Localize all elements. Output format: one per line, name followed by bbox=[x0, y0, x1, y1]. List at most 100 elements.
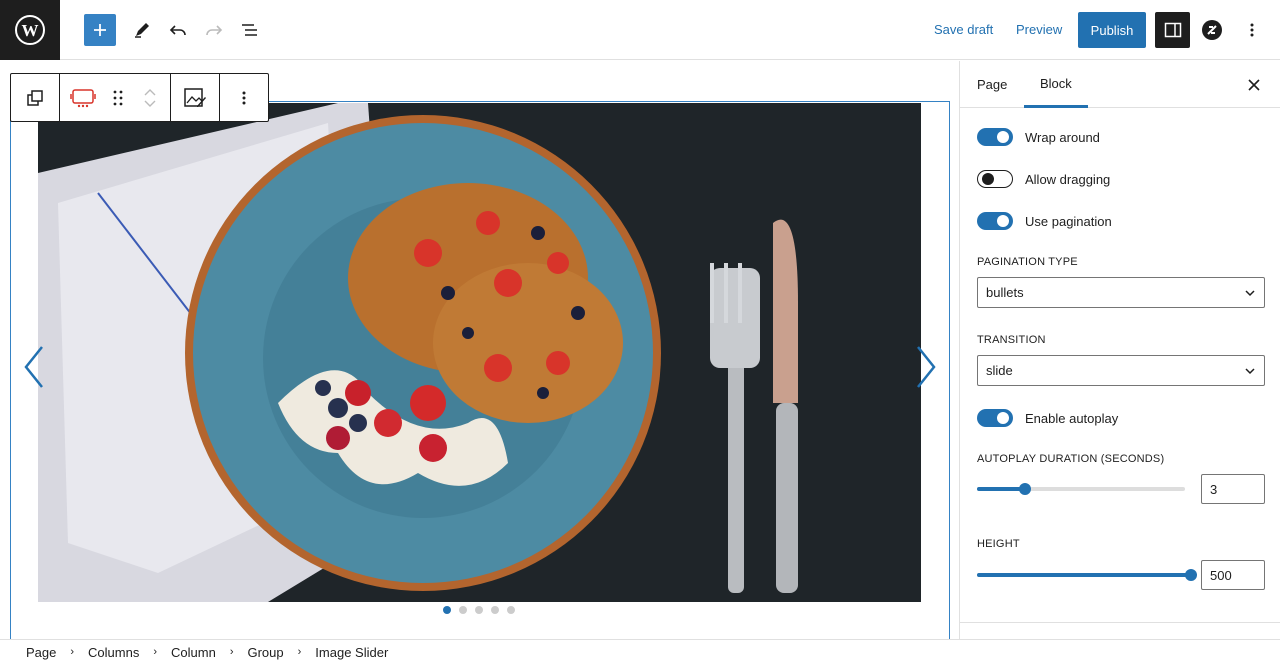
use-pagination-toggle[interactable] bbox=[977, 212, 1013, 230]
list-view-icon bbox=[242, 24, 257, 36]
drag-handle-icon bbox=[113, 90, 123, 105]
block-toolbar bbox=[10, 73, 269, 122]
wordpress-icon: W bbox=[15, 15, 45, 45]
toggle-row-allow-dragging: Allow dragging bbox=[977, 170, 1110, 188]
plugin-button[interactable] bbox=[1196, 14, 1228, 46]
move-up-icon[interactable] bbox=[143, 87, 157, 97]
edit-images-button[interactable] bbox=[171, 74, 219, 121]
editor-top-bar: W Save draft Preview Publish bbox=[0, 0, 1280, 60]
autoplay-duration-thumb[interactable] bbox=[1019, 483, 1031, 495]
transition-label: TRANSITION bbox=[977, 334, 1046, 346]
height-thumb[interactable] bbox=[1185, 569, 1197, 581]
settings-toggle-button[interactable] bbox=[1155, 12, 1190, 48]
breadcrumb-item[interactable]: Column bbox=[171, 645, 216, 660]
autoplay-duration-label: AUTOPLAY DURATION (SECONDS) bbox=[977, 453, 1165, 465]
pagination-dot[interactable] bbox=[443, 606, 451, 614]
block-options-button[interactable] bbox=[220, 74, 268, 121]
height-input[interactable]: 500 bbox=[1201, 560, 1265, 590]
autoplay-duration-slider[interactable] bbox=[977, 483, 1185, 495]
autoplay-duration-fill bbox=[977, 487, 1025, 491]
svg-text:W: W bbox=[22, 21, 39, 40]
panel-divider bbox=[960, 622, 1280, 623]
toggle-knob bbox=[997, 412, 1009, 424]
redo-icon bbox=[206, 25, 223, 36]
wordpress-logo-button[interactable]: W bbox=[0, 0, 60, 60]
redo-button[interactable] bbox=[198, 14, 230, 46]
block-breadcrumb: Page › Columns › Column › Group › Image Slider bbox=[0, 639, 1280, 664]
toggle-row-use-pagination: Use pagination bbox=[977, 212, 1112, 230]
toggle-knob bbox=[997, 131, 1009, 143]
plus-icon bbox=[94, 24, 106, 36]
next-slide-arrow[interactable] bbox=[914, 345, 938, 389]
plugin-icon bbox=[1202, 20, 1222, 40]
options-button[interactable] bbox=[1236, 14, 1268, 46]
pagination-type-select[interactable]: bullets bbox=[977, 277, 1265, 308]
more-vertical-icon bbox=[242, 91, 246, 104]
wrap-around-label: Wrap around bbox=[1025, 129, 1100, 145]
transition-value: slide bbox=[986, 363, 1013, 378]
use-pagination-label: Use pagination bbox=[1025, 213, 1112, 229]
pagination-dot[interactable] bbox=[491, 606, 499, 614]
breadcrumb-item: Image Slider bbox=[315, 644, 389, 660]
block-type-button[interactable] bbox=[60, 74, 106, 121]
edit-images-group bbox=[171, 74, 220, 121]
save-draft-button[interactable]: Save draft bbox=[934, 22, 993, 37]
close-icon bbox=[1248, 79, 1260, 91]
height-label: HEIGHT bbox=[977, 538, 1020, 550]
undo-icon bbox=[169, 25, 186, 36]
transition-select[interactable]: slide bbox=[977, 355, 1265, 386]
pagination-type-value: bullets bbox=[986, 285, 1024, 300]
pencil-icon bbox=[135, 23, 149, 38]
pagination-dot[interactable] bbox=[459, 606, 467, 614]
tools-button[interactable] bbox=[126, 14, 158, 46]
sidebar-tabs: Page Block bbox=[960, 61, 1280, 108]
parent-block-icon bbox=[27, 89, 43, 106]
document-overview-button[interactable] bbox=[234, 14, 266, 46]
undo-button[interactable] bbox=[162, 14, 194, 46]
block-type-group bbox=[60, 74, 171, 121]
breadcrumb-item[interactable]: Page bbox=[26, 645, 56, 660]
drag-handle[interactable] bbox=[106, 74, 130, 121]
pancake-plate-image bbox=[38, 103, 921, 602]
move-down-icon[interactable] bbox=[143, 99, 157, 109]
select-parent-button[interactable] bbox=[11, 74, 59, 121]
block-options-group bbox=[220, 74, 268, 121]
wrap-around-toggle[interactable] bbox=[977, 128, 1013, 146]
breadcrumb-item[interactable]: Columns bbox=[88, 645, 139, 660]
breadcrumb-separator-icon: › bbox=[229, 646, 234, 658]
toggle-knob bbox=[997, 215, 1009, 227]
edit-image-icon bbox=[184, 87, 206, 107]
tab-block[interactable]: Block bbox=[1024, 61, 1088, 108]
allow-dragging-toggle[interactable] bbox=[977, 170, 1013, 188]
image-slider-icon bbox=[70, 88, 96, 107]
height-slider[interactable] bbox=[977, 569, 1197, 581]
enable-autoplay-label: Enable autoplay bbox=[1025, 410, 1119, 426]
breadcrumb-separator-icon: › bbox=[153, 646, 158, 658]
more-vertical-icon bbox=[1250, 23, 1254, 37]
preview-button[interactable]: Preview bbox=[1016, 22, 1062, 37]
chevron-down-icon bbox=[1245, 368, 1255, 375]
enable-autoplay-toggle[interactable] bbox=[977, 409, 1013, 427]
toggle-row-wrap-around: Wrap around bbox=[977, 128, 1100, 146]
breadcrumb-separator-icon: › bbox=[70, 646, 75, 658]
publish-button[interactable]: Publish bbox=[1078, 12, 1146, 48]
slider-pagination bbox=[443, 606, 515, 614]
sidebar-icon bbox=[1164, 22, 1181, 38]
pagination-dot[interactable] bbox=[507, 606, 515, 614]
toggle-row-enable-autoplay: Enable autoplay bbox=[977, 409, 1118, 427]
pagination-dot[interactable] bbox=[475, 606, 483, 614]
move-buttons bbox=[130, 74, 170, 121]
slide-image bbox=[38, 103, 921, 602]
autoplay-duration-input[interactable]: 3 bbox=[1201, 474, 1265, 504]
height-fill bbox=[977, 573, 1191, 577]
chevron-down-icon bbox=[1245, 290, 1255, 297]
settings-sidebar: Page Block Wrap around Allow dragging Us… bbox=[959, 61, 1280, 639]
allow-dragging-label: Allow dragging bbox=[1025, 171, 1111, 187]
previous-slide-arrow[interactable] bbox=[22, 345, 46, 389]
tab-page[interactable]: Page bbox=[977, 61, 1007, 108]
parent-selector-group bbox=[11, 74, 60, 121]
add-block-button[interactable] bbox=[84, 14, 116, 46]
close-sidebar-button[interactable] bbox=[1242, 73, 1266, 97]
toggle-knob bbox=[982, 173, 994, 185]
breadcrumb-item[interactable]: Group bbox=[247, 645, 283, 660]
